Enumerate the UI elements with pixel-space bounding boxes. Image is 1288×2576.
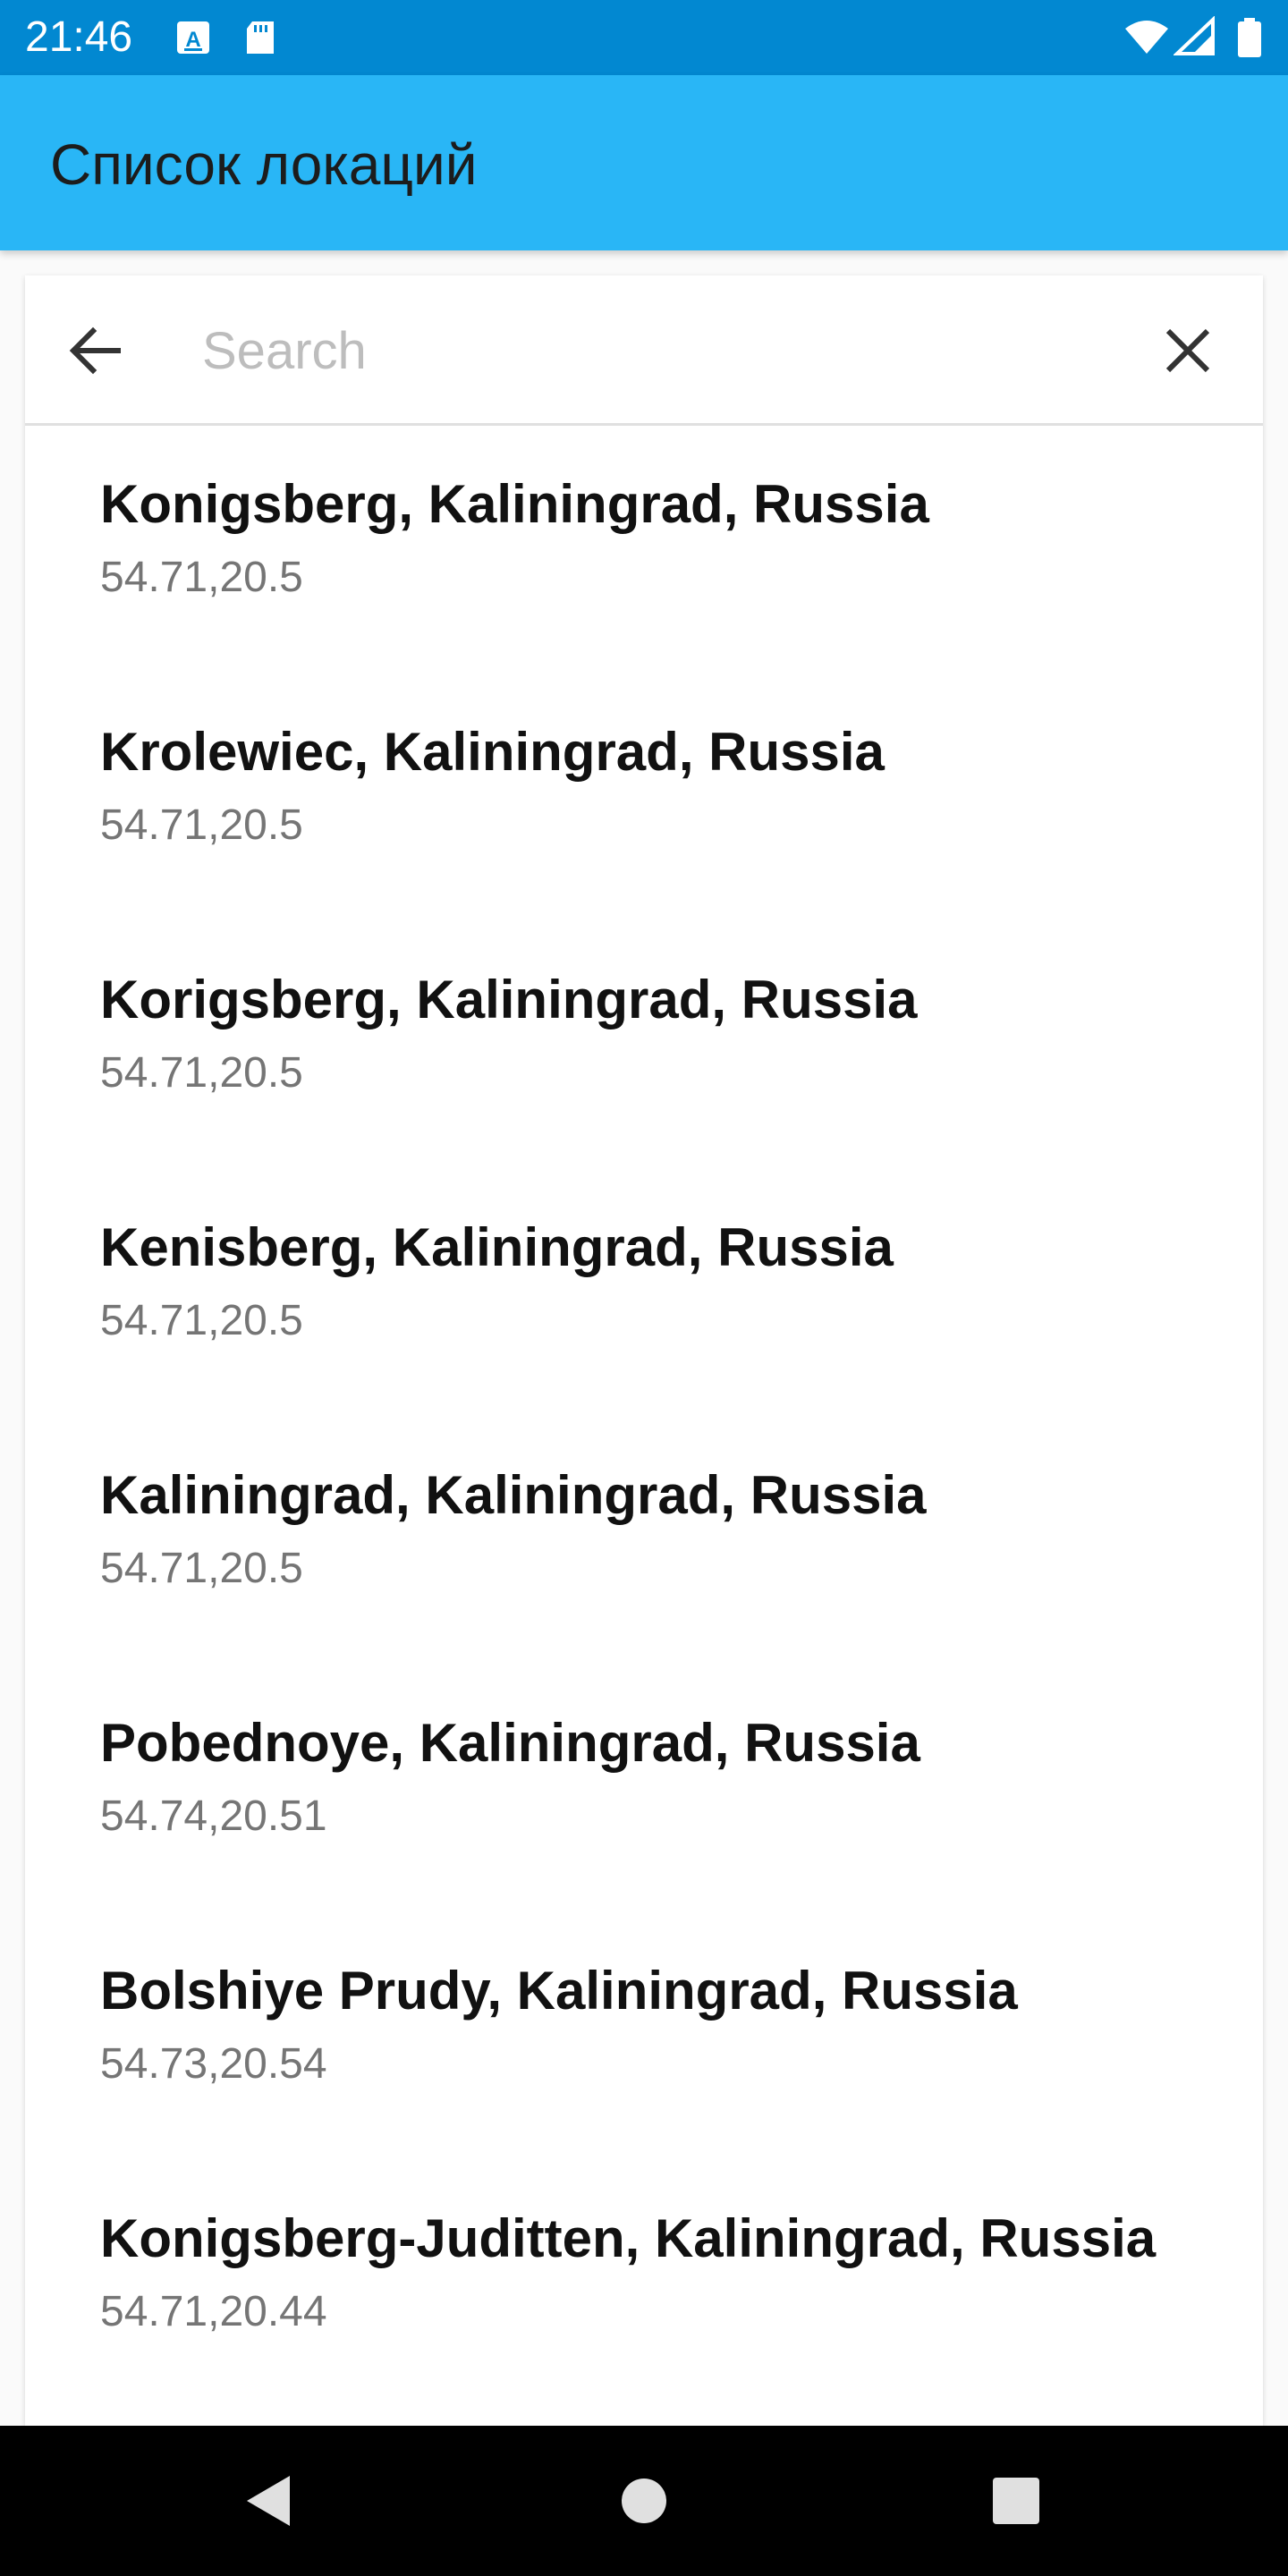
location-card: Konigsberg, Kaliningrad, Russia 54.71,20… xyxy=(25,275,1263,2426)
nav-back-button[interactable] xyxy=(233,2465,304,2537)
location-coords: 54.71,20.44 xyxy=(100,2288,327,2335)
location-name: Kaliningrad, Kaliningrad, Russia xyxy=(100,1465,927,1525)
back-triangle-icon xyxy=(247,2476,290,2526)
nav-recents-button[interactable] xyxy=(980,2465,1052,2537)
location-coords: 54.71,20.5 xyxy=(100,554,303,601)
location-name: Pobednoye, Kaliningrad, Russia xyxy=(100,1713,920,1773)
location-name: Bolshiye Prudy, Kaliningrad, Russia xyxy=(100,1961,1018,2021)
list-item[interactable]: Pobednoye, Kaliningrad, Russia 54.74,20.… xyxy=(25,1665,1263,1912)
status-time: 21:46 xyxy=(25,13,133,61)
list-item[interactable]: Konigsberg-Juditten, Kaliningrad, Russia… xyxy=(25,2160,1263,2408)
location-name: Kenisberg, Kaliningrad, Russia xyxy=(100,1217,894,1277)
location-name: Konigsberg-Juditten, Kaliningrad, Russia xyxy=(100,2208,1157,2268)
navigation-bar xyxy=(0,2426,1288,2576)
keyboard-a-icon: A xyxy=(175,16,211,59)
location-name: Korigsberg, Kaliningrad, Russia xyxy=(100,970,918,1030)
search-bar xyxy=(25,275,1263,426)
svg-text:A: A xyxy=(185,28,200,52)
wifi-icon xyxy=(1123,16,1170,59)
nav-home-button[interactable] xyxy=(608,2465,680,2537)
list-item[interactable]: Konigsberg, Kaliningrad, Russia 54.71,20… xyxy=(25,426,1263,674)
location-coords: 54.71,20.5 xyxy=(100,801,303,849)
clear-search-button[interactable] xyxy=(1159,322,1216,379)
location-coords: 54.71,20.5 xyxy=(100,1049,303,1097)
location-coords: 54.71,20.5 xyxy=(100,1297,303,1344)
search-input[interactable] xyxy=(200,311,1131,390)
page-title: Список локаций xyxy=(50,132,478,197)
list-item[interactable]: Korigsberg, Kaliningrad, Russia 54.71,20… xyxy=(25,921,1263,1169)
battery-icon xyxy=(1236,16,1263,59)
location-name: Krolewiec, Kaliningrad, Russia xyxy=(100,722,885,782)
location-coords: 54.74,20.51 xyxy=(100,1792,327,1840)
location-coords: 54.73,20.54 xyxy=(100,2040,327,2088)
status-bar: 21:46 A xyxy=(0,0,1288,75)
list-item[interactable]: Bolshiye Prudy, Kaliningrad, Russia 54.7… xyxy=(25,1912,1263,2160)
close-icon xyxy=(1165,328,1210,373)
list-item[interactable]: Krolewiec, Kaliningrad, Russia 54.71,20.… xyxy=(25,674,1263,921)
recents-square-icon xyxy=(993,2478,1039,2524)
signal-icon xyxy=(1174,16,1216,59)
arrow-back-icon xyxy=(69,326,121,375)
location-list: Konigsberg, Kaliningrad, Russia 54.71,20… xyxy=(25,426,1263,2408)
back-button[interactable] xyxy=(66,322,123,379)
app-bar: Список локаций xyxy=(0,75,1288,250)
location-coords: 54.71,20.5 xyxy=(100,1545,303,1592)
home-circle-icon xyxy=(622,2479,666,2523)
list-item[interactable]: Kenisberg, Kaliningrad, Russia 54.71,20.… xyxy=(25,1169,1263,1417)
list-item[interactable]: Kaliningrad, Kaliningrad, Russia 54.71,2… xyxy=(25,1417,1263,1665)
sd-card-icon xyxy=(243,16,279,59)
location-name: Konigsberg, Kaliningrad, Russia xyxy=(100,474,929,534)
